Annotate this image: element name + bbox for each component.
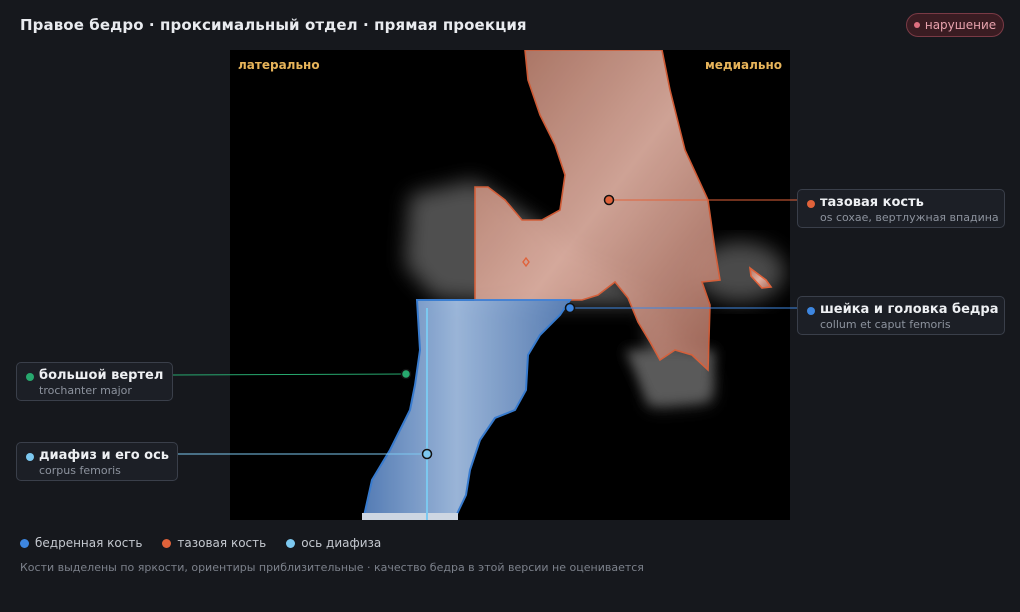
callout-pelvis-sub: os coxae, вертлужная впадина <box>820 211 999 224</box>
callout-trochanter-sub: trochanter major <box>39 384 132 397</box>
callout-shaft[interactable]: диафиз и его ось corpus femoris <box>16 442 178 481</box>
femur-swatch-icon <box>20 538 29 548</box>
pelvis-dot-icon <box>807 200 815 208</box>
callout-shaft-label: диафиз и его ось <box>39 448 170 463</box>
pelvis-swatch-icon <box>162 538 172 548</box>
callout-trochanter[interactable]: большой вертел trochanter major <box>16 362 173 401</box>
callout-pelvis-label: тазовая кость <box>820 195 924 210</box>
landmark-pelvis-marker[interactable] <box>603 194 615 206</box>
leader-trochanter <box>171 373 407 376</box>
callout-trochanter-label: большой вертел <box>39 368 164 383</box>
legend-axis-label: ось диафиза <box>301 536 382 550</box>
callout-neck-label: шейка и головка бедра <box>820 302 999 317</box>
neck-dot-icon <box>807 307 815 315</box>
legend: бедренная кость тазовая кость ось диафиз… <box>20 536 381 550</box>
callout-shaft-sub: corpus femoris <box>39 464 121 477</box>
landmark-shaft-marker[interactable] <box>421 448 433 460</box>
legend-pelvis-label: тазовая кость <box>177 536 267 550</box>
trochanter-dot-icon <box>26 373 34 381</box>
legend-item-pelvis: тазовая кость <box>162 536 266 550</box>
legend-item-axis: ось диафиза <box>286 536 381 550</box>
shaft-dot-icon <box>26 453 34 461</box>
legend-femur-label: бедренная кость <box>35 536 143 550</box>
callout-pelvis[interactable]: тазовая кость os coxae, вертлужная впади… <box>797 189 1005 228</box>
legend-item-femur: бедренная кость <box>20 536 142 550</box>
axis-swatch-icon <box>286 538 296 548</box>
callout-neck-sub: collum et caput femoris <box>820 318 951 331</box>
footer-note: Кости выделены по яркости, ориентиры при… <box>20 561 644 574</box>
landmark-trochanter-marker[interactable] <box>400 368 412 380</box>
landmark-neck-marker[interactable] <box>564 302 576 314</box>
callout-neck[interactable]: шейка и головка бедра collum et caput fe… <box>797 296 1005 335</box>
